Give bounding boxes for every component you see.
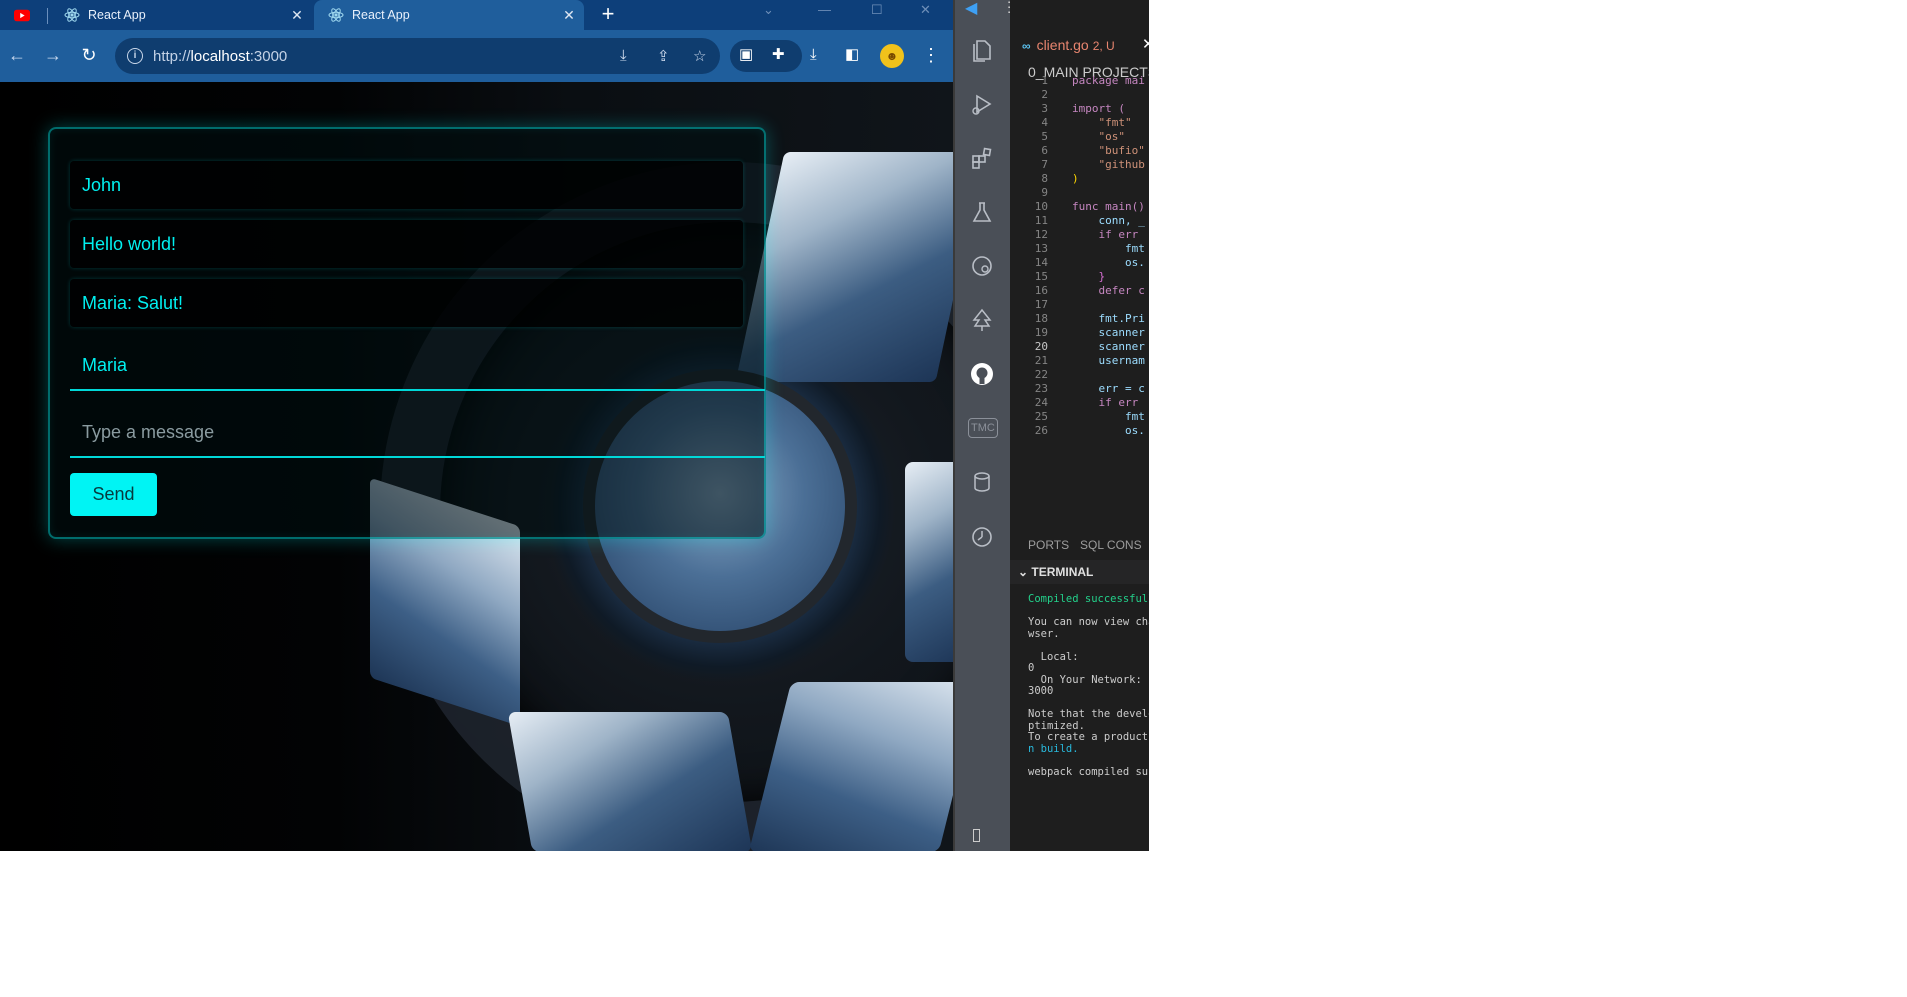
install-app-icon[interactable]: ⤓ — [620, 47, 627, 64]
tmc-icon[interactable]: TMC — [968, 414, 998, 442]
browser-window: React App ✕ React App ✕ + ⌄ — ☐ ✕ ← → ↻ … — [0, 0, 955, 851]
react-icon — [328, 7, 344, 23]
extensions-icon[interactable] — [968, 144, 996, 172]
tab-separator — [47, 8, 48, 24]
editor-tab-filename: client.go — [1036, 37, 1089, 53]
share-icon[interactable]: ⇪ — [657, 47, 670, 65]
terminal-header[interactable]: ⌄ TERMINAL — [1010, 560, 1149, 584]
side-panel-icon[interactable]: ◧ — [845, 46, 859, 64]
url-text[interactable]: http://localhost:3000 — [153, 48, 287, 65]
code-line[interactable]: 26 os. — [1010, 422, 1149, 439]
tab-react-app-2[interactable]: React App ✕ — [314, 0, 584, 30]
bookmark-star-icon[interactable]: ☆ — [693, 47, 706, 65]
terminal-line: Local: — [1028, 650, 1079, 663]
panel-tabs: PORTS SQL CONS — [1010, 530, 1149, 560]
vscode-window: ◀ TMC ∞ client.go 2, U ✕ 0_MAIN PROJECTS… — [955, 0, 1149, 851]
chat-card: John Hello world! Maria: Salut! Maria Ty… — [48, 127, 766, 539]
tab-title: React App — [352, 8, 410, 22]
terminal-line: Compiled successfull — [1028, 593, 1149, 605]
terminal[interactable]: Compiled successfull You can now view cha… — [1010, 584, 1149, 851]
url-port: :3000 — [249, 47, 288, 65]
panel-tab-ports[interactable]: PORTS — [1028, 530, 1069, 560]
run-debug-icon[interactable] — [968, 90, 996, 118]
forward-icon[interactable]: → — [42, 44, 64, 66]
username-input[interactable]: Maria — [70, 339, 765, 391]
tree-icon[interactable] — [968, 306, 996, 334]
react-icon — [64, 7, 80, 23]
browser-menu-icon[interactable]: ⋮ — [922, 42, 940, 68]
chat-message: John — [70, 161, 743, 209]
new-tab-button[interactable]: + — [596, 3, 620, 27]
tab-react-app-1[interactable]: React App ✕ — [50, 0, 312, 30]
explorer-icon[interactable] — [968, 36, 996, 64]
tab-strip: React App ✕ React App ✕ + ⌄ — ☐ ✕ — [0, 0, 955, 30]
terminal-line: 3000 — [1028, 685, 1054, 697]
tab-youtube[interactable] — [0, 0, 50, 30]
activity-bar: ◀ TMC — [955, 0, 1010, 851]
terminal-line: wser. — [1028, 627, 1060, 640]
code-text: os. — [1072, 424, 1145, 437]
message-input[interactable]: Type a message — [70, 406, 765, 458]
editor-tab-close-icon[interactable]: ✕ — [1142, 30, 1149, 60]
browser-toolbar: ← → ↻ i http://localhost:3000 ⤓ ⇪ ☆ ▣ ✚ … — [0, 30, 955, 112]
page-content: John Hello world! Maria: Salut! Maria Ty… — [0, 82, 955, 851]
go-file-icon: ∞ — [1022, 39, 1031, 53]
url-scheme: http:// — [153, 47, 191, 65]
editor-tab-client-go[interactable]: ∞ client.go 2, U ✕ — [1010, 30, 1149, 60]
tab-title: React App — [88, 8, 146, 22]
terminal-line: webpack compiled su — [1028, 765, 1149, 778]
extensions-group: ▣ ✚ — [730, 40, 802, 72]
panel-tab-sql-console[interactable]: SQL CONS — [1080, 530, 1142, 560]
terminal-cursor — [973, 829, 980, 842]
picture-in-picture-icon[interactable]: ▣ — [739, 46, 753, 64]
editor-area: ∞ client.go 2, U ✕ 0_MAIN PROJECTS 1 packag… — [1010, 0, 1149, 530]
window-close-icon[interactable]: ✕ — [920, 2, 931, 18]
site-info-icon[interactable]: i — [127, 48, 143, 64]
database-icon[interactable] — [968, 468, 996, 496]
github-icon[interactable] — [968, 360, 996, 388]
tab-close-icon[interactable]: ✕ — [286, 7, 308, 24]
send-button[interactable]: Send — [70, 473, 157, 516]
reload-icon[interactable]: ↻ — [78, 44, 100, 66]
vscode-logo-icon: ◀ — [965, 0, 978, 17]
remote-explorer-icon[interactable] — [968, 252, 996, 280]
tmc-label: TMC — [968, 418, 998, 438]
chevron-down-icon: ⌄ — [1018, 565, 1032, 579]
url-host: localhost — [190, 47, 250, 65]
cupola-window-bottom — [507, 712, 753, 851]
line-number: 26 — [1034, 424, 1048, 437]
tab-search-icon[interactable]: ⌄ — [763, 2, 774, 18]
testing-icon[interactable] — [968, 198, 996, 226]
youtube-icon — [14, 7, 30, 23]
chat-message: Hello world! — [70, 220, 743, 268]
chat-message: Maria: Salut! — [70, 279, 743, 327]
terminal-title: TERMINAL — [1031, 565, 1094, 579]
terminal-line: n build. — [1028, 742, 1079, 755]
cupola-window-right — [905, 462, 955, 662]
problems-badge: 2, U — [1092, 39, 1115, 53]
address-bar[interactable]: i http://localhost:3000 ⤓ ⇪ ☆ — [115, 38, 720, 74]
screen: React App ✕ React App ✕ + ⌄ — ☐ ✕ ← → ↻ … — [0, 0, 1907, 997]
extensions-puzzle-icon[interactable]: ✚ — [772, 46, 785, 64]
minimize-icon[interactable]: — — [818, 2, 831, 17]
maximize-icon[interactable]: ☐ — [871, 2, 883, 18]
download-icon[interactable]: ⤓ — [810, 46, 817, 64]
profile-avatar[interactable]: ☻ — [880, 44, 904, 68]
back-icon[interactable]: ← — [6, 44, 28, 66]
tab-close-icon[interactable]: ✕ — [558, 7, 580, 24]
timeline-icon[interactable] — [968, 522, 996, 550]
